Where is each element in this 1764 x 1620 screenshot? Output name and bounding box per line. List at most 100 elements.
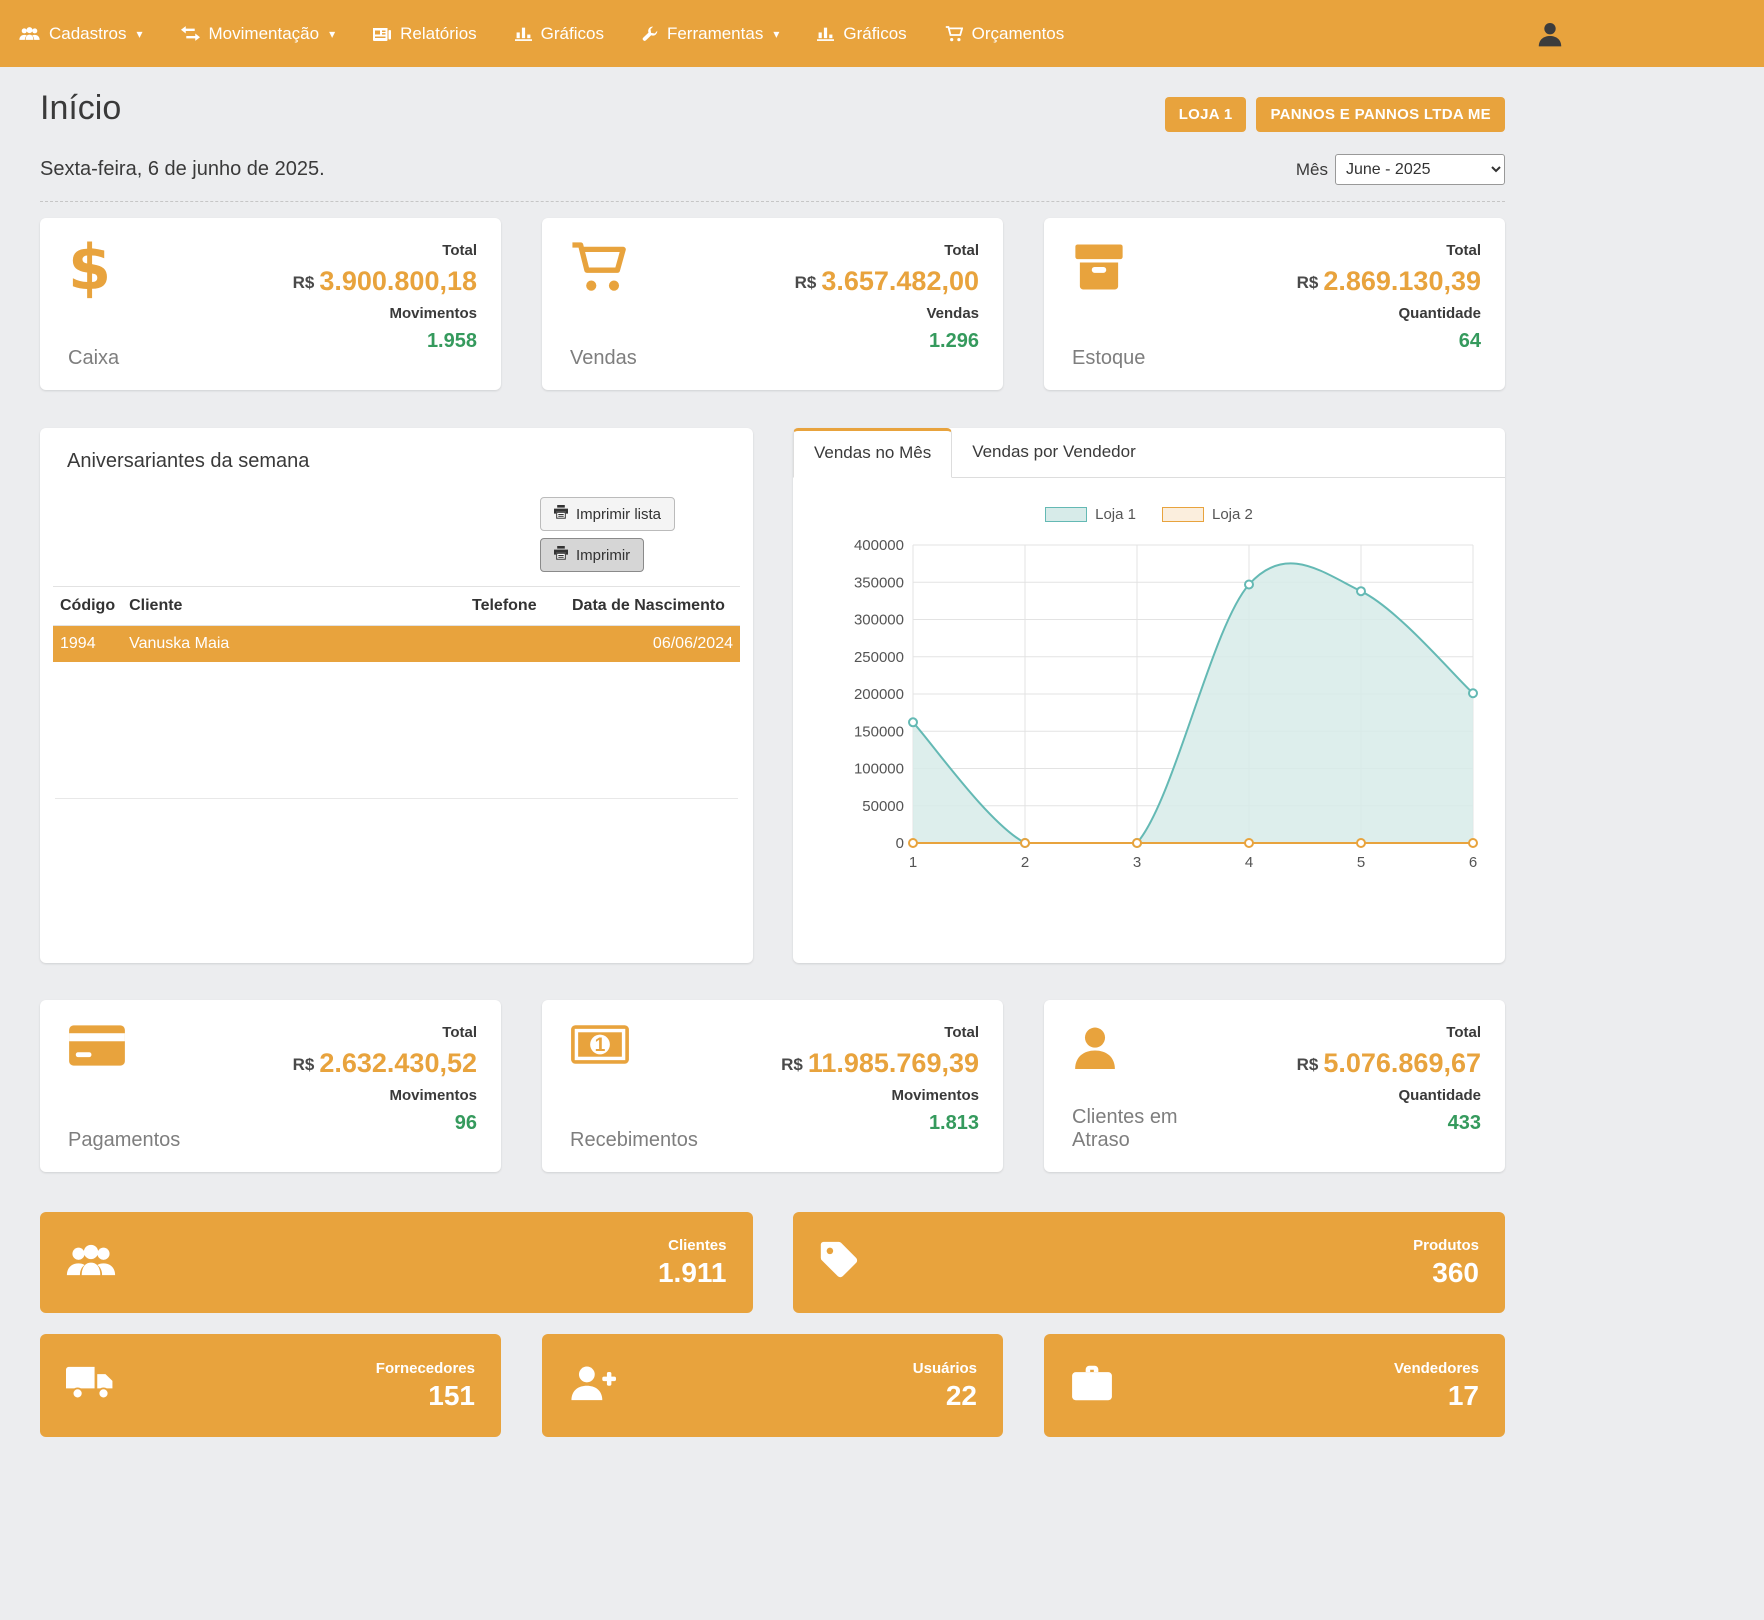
- svg-text:300000: 300000: [854, 612, 904, 629]
- stat-card-recebimentos: 1 Recebimentos Total R$11.985.769,39 Mov…: [542, 1000, 1003, 1172]
- cell-telefone: [465, 626, 565, 663]
- count-value: 1.958: [427, 330, 477, 353]
- chevron-down-icon: ▾: [136, 27, 142, 41]
- svg-text:1: 1: [909, 854, 917, 871]
- sales-chart: 0500001000001500002000002500003000003500…: [813, 537, 1485, 877]
- total-value: R$11.985.769,39: [781, 1047, 979, 1079]
- tile-usuarios[interactable]: Usuários 22: [542, 1334, 1003, 1437]
- nav-item-relatorios[interactable]: Relatórios: [354, 0, 496, 67]
- stat-card-title: Estoque: [1072, 347, 1145, 370]
- nav-label: Ferramentas: [667, 24, 763, 44]
- tile-label: Produtos: [1413, 1237, 1479, 1254]
- cell-cliente: Vanuska Maia: [122, 626, 465, 663]
- nav-item-movimentacao[interactable]: Movimentação ▾: [162, 0, 355, 67]
- chart-legend: Loja 1 Loja 2: [807, 506, 1491, 523]
- tile-produtos[interactable]: Produtos 360: [793, 1212, 1506, 1313]
- stat-card-title: Vendas: [570, 347, 637, 370]
- nav-item-cadastros[interactable]: Cadastros ▾: [0, 0, 162, 67]
- count-value: 1.296: [929, 330, 979, 353]
- stat-card-clientes-atraso: Clientes em Atraso Total R$5.076.869,67 …: [1044, 1000, 1505, 1172]
- user-icon[interactable]: [1537, 21, 1563, 52]
- cell-nascimento: 06/06/2024: [565, 626, 740, 663]
- legend-item-loja2[interactable]: Loja 2: [1162, 506, 1253, 523]
- nav-item-graficos-1[interactable]: Gráficos: [496, 0, 623, 67]
- tile-clientes[interactable]: Clientes 1.911: [40, 1212, 753, 1313]
- total-value: R$3.657.482,00: [795, 265, 979, 297]
- stat-card-pagamentos: Pagamentos Total R$2.632.430,52 Moviment…: [40, 1000, 501, 1172]
- nav-label: Orçamentos: [972, 24, 1065, 44]
- count-label: Movimentos: [891, 1087, 979, 1104]
- total-value: R$2.632.430,52: [293, 1047, 477, 1079]
- tab-vendas-no-mes[interactable]: Vendas no Mês: [793, 428, 952, 478]
- store-button[interactable]: LOJA 1: [1165, 97, 1247, 132]
- stat-card-title: Clientes em Atraso: [1072, 1106, 1222, 1152]
- nav-label: Gráficos: [541, 24, 604, 44]
- table-header-row: Código Cliente Telefone Data de Nascimen…: [53, 587, 740, 626]
- tile-fornecedores[interactable]: Fornecedores 151: [40, 1334, 501, 1437]
- svg-text:6: 6: [1469, 854, 1477, 871]
- column-codigo: Código: [53, 587, 122, 626]
- chevron-down-icon: ▾: [773, 27, 779, 41]
- nav-label: Cadastros: [49, 24, 126, 44]
- count-value: 64: [1459, 330, 1481, 353]
- svg-text:50000: 50000: [862, 798, 904, 815]
- month-select[interactable]: June - 2025: [1335, 154, 1505, 185]
- currency-prefix: R$: [795, 273, 817, 292]
- total-value: R$3.900.800,18: [293, 265, 477, 297]
- banknote-icon: 1: [570, 1024, 698, 1070]
- tile-value: 151: [428, 1380, 475, 1412]
- legend-item-loja1[interactable]: Loja 1: [1045, 506, 1136, 523]
- printer-icon: [554, 546, 568, 564]
- currency-prefix: R$: [1297, 1055, 1319, 1074]
- nav-label: Gráficos: [843, 24, 906, 44]
- legend-swatch-loja2: [1162, 507, 1204, 522]
- svg-text:150000: 150000: [854, 723, 904, 740]
- tile-vendedores[interactable]: Vendedores 17: [1044, 1334, 1505, 1437]
- box-icon: [1072, 242, 1145, 297]
- tile-label: Fornecedores: [376, 1360, 475, 1377]
- amount-text: 2.632.430,52: [319, 1048, 477, 1078]
- count-label: Vendas: [926, 305, 979, 322]
- total-label: Total: [1446, 1024, 1481, 1041]
- bar-chart-icon: [515, 26, 532, 41]
- amount-text: 3.900.800,18: [319, 266, 477, 296]
- table-row[interactable]: 1994 Vanuska Maia 06/06/2024: [53, 626, 740, 663]
- count-value: 433: [1448, 1112, 1481, 1135]
- count-label: Movimentos: [389, 1087, 477, 1104]
- sales-panel: Vendas no Mês Vendas por Vendedor Loja 1…: [793, 428, 1505, 963]
- company-button[interactable]: PANNOS E PANNOS LTDA ME: [1256, 97, 1505, 132]
- nav-label: Relatórios: [400, 24, 477, 44]
- credit-card-icon: [68, 1024, 180, 1072]
- current-date: Sexta-feira, 6 de junho de 2025.: [40, 158, 325, 181]
- newspaper-icon: [373, 27, 391, 41]
- users-icon: [19, 26, 40, 41]
- tile-label: Usuários: [913, 1360, 977, 1377]
- print-label: Imprimir: [576, 547, 630, 564]
- wrench-icon: [642, 26, 658, 42]
- user-icon: [1072, 1024, 1222, 1075]
- total-value: R$2.869.130,39: [1297, 265, 1481, 297]
- printer-icon: [554, 505, 568, 523]
- print-list-button[interactable]: Imprimir lista: [540, 497, 675, 531]
- birthdays-panel: Aniversariantes da semana Imprimir lista…: [40, 428, 753, 963]
- nav-item-ferramentas[interactable]: Ferramentas ▾: [623, 0, 798, 67]
- stat-card-vendas: Vendas Total R$3.657.482,00 Vendas 1.296: [542, 218, 1003, 390]
- count-value: 1.813: [929, 1112, 979, 1135]
- total-label: Total: [944, 1024, 979, 1041]
- column-nascimento: Data de Nascimento: [565, 587, 740, 626]
- print-button[interactable]: Imprimir: [540, 538, 644, 572]
- exchange-icon: [181, 26, 200, 41]
- count-value: 96: [455, 1112, 477, 1135]
- nav-item-graficos-2[interactable]: Gráficos: [798, 0, 925, 67]
- tab-vendas-por-vendedor[interactable]: Vendas por Vendedor: [952, 428, 1156, 477]
- svg-text:200000: 200000: [854, 686, 904, 703]
- currency-prefix: R$: [1297, 273, 1319, 292]
- cart-icon: [570, 242, 637, 298]
- briefcase-icon: [1070, 1364, 1114, 1407]
- nav-label: Movimentação: [209, 24, 320, 44]
- count-label: Movimentos: [389, 305, 477, 322]
- svg-text:400000: 400000: [854, 537, 904, 554]
- tile-value: 22: [946, 1380, 977, 1412]
- panel-divider: [55, 798, 738, 799]
- nav-item-orcamentos[interactable]: Orçamentos: [926, 0, 1084, 67]
